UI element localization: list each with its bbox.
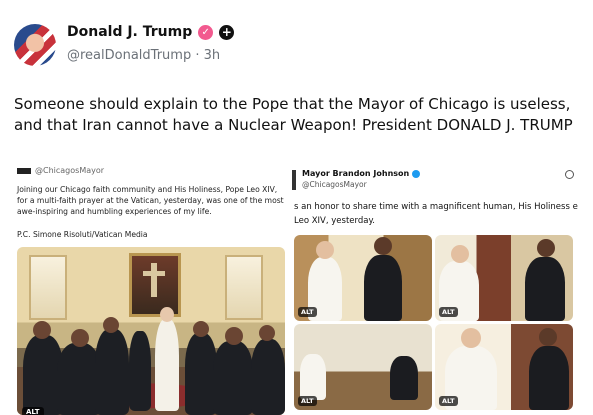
photo-tile[interactable]: ALT [294,324,432,410]
person-figure [364,255,402,321]
photo-tile[interactable]: ALT [435,324,573,410]
avatar[interactable] [14,24,56,66]
photo-grid: ALT ALT ALT ALT [294,235,574,415]
person-figure [251,339,285,415]
post-text: Someone should explain to the Pope that … [14,95,573,134]
pope-figure [300,354,326,400]
embedded-handle: @ChicagosMayor [302,180,367,189]
embedded-post-text: Joining our Chicago faith community and … [17,185,284,216]
alt-badge[interactable]: ALT [439,396,458,406]
embedded-handle: @ChicagosMayor [35,166,105,175]
pope-head [316,241,334,259]
handle-row: @realDonaldTrump · 3h [67,48,220,63]
crucifix-decor [143,271,165,276]
alt-badge[interactable]: ALT [298,307,317,317]
person-figure [525,257,565,321]
follow-plus-icon[interactable]: + [219,24,235,40]
embedded-name-row: Mayor Brandon Johnson [302,169,421,178]
pope-head [160,307,174,322]
x-logo-icon [17,167,31,174]
grok-icon[interactable] [565,170,574,179]
embedded-name: Mayor Brandon Johnson [302,169,410,178]
embedded-avatar [292,170,296,190]
alt-badge[interactable]: ALT [439,307,458,317]
author-name[interactable]: Donald J. Trump [67,24,192,40]
post-time[interactable]: 3h [204,48,221,63]
person-head [259,325,275,341]
window-decor [29,255,67,320]
person-head [33,321,51,339]
embedded-screenshot-left[interactable]: @ChicagosMayor Joining our Chicago faith… [13,162,291,415]
post-header: Donald J. Trump ✓ + @realDonaldTrump · 3… [14,22,584,68]
person-head [374,237,392,255]
pope-head [461,328,481,348]
photo-tile[interactable]: ALT [435,235,573,321]
person-figure [213,341,253,415]
person-head [103,317,119,333]
alt-badge[interactable]: ALT [298,396,317,406]
embedded-post-text: s an honor to share time with a magnific… [294,202,578,226]
person-head [539,328,557,346]
person-head [225,327,243,345]
author-row: Donald J. Trump ✓ + [67,24,235,40]
window-decor [225,255,263,320]
author-handle[interactable]: @realDonaldTrump [67,48,191,63]
person-head [71,329,89,347]
embedded-header: @ChicagosMayor [17,166,104,175]
photo-tile[interactable]: ALT [294,235,432,321]
photo-credit: P.C. Simone Risoluti/Vatican Media [17,230,148,239]
person-head [193,321,209,337]
vatican-photo[interactable]: ALT [17,247,285,415]
pope-figure [155,319,179,411]
pope-head [451,245,469,263]
alt-badge[interactable]: ALT [22,407,44,415]
person-figure [529,346,569,410]
separator-dot: · [195,48,200,63]
verified-badge-icon: ✓ [198,24,214,40]
person-figure [129,331,151,411]
verified-check-icon [412,169,421,178]
person-head [537,239,555,257]
person-figure [95,329,129,415]
embedded-screenshot-right[interactable]: Mayor Brandon Johnson @ChicagosMayor s a… [292,165,580,415]
person-figure [390,356,418,400]
crucifix-decor [151,263,157,297]
